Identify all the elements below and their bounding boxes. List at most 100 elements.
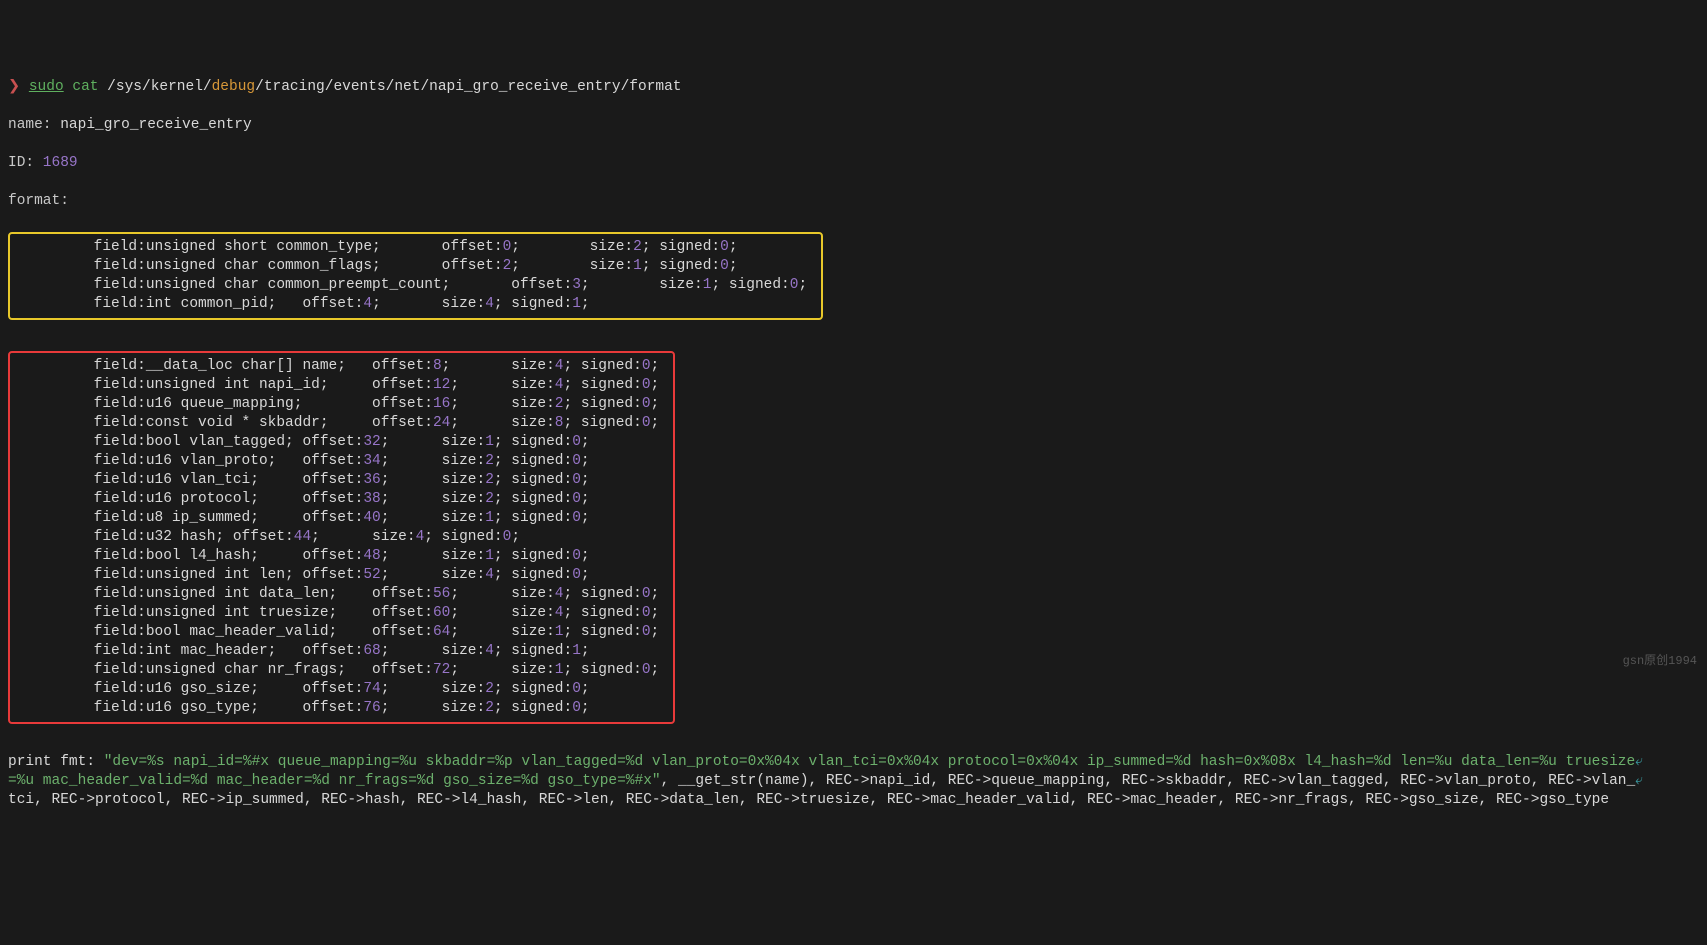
field-sep: ; signed:	[494, 510, 572, 526]
event-fields-box: field:__data_loc char[] name; offset:8; …	[8, 351, 675, 724]
field-row: field:u8 ip_summed; offset:40; size:1; s…	[24, 509, 659, 528]
field-decl: field:u16 vlan_proto; offset:	[24, 453, 363, 469]
field-sep: ; signed:	[564, 377, 642, 393]
field-size: 2	[555, 396, 564, 412]
field-decl: field:u16 gso_size; offset:	[24, 681, 363, 697]
field-sep: ; size:	[381, 643, 485, 659]
field-end: ;	[651, 358, 660, 374]
field-sep: ; signed:	[564, 662, 642, 678]
field-sep: ; size:	[381, 472, 485, 488]
field-signed: 0	[642, 358, 651, 374]
field-sep: ; signed:	[494, 681, 572, 697]
field-sep: ; size:	[511, 258, 633, 274]
field-sep: ; size:	[381, 700, 485, 716]
field-size: 1	[555, 662, 564, 678]
field-sep: ; size:	[450, 396, 554, 412]
field-sep: ; size:	[450, 624, 554, 640]
field-decl: field:unsigned char common_flags; offset…	[24, 258, 503, 274]
field-signed: 0	[572, 510, 581, 526]
field-offset: 16	[433, 396, 450, 412]
field-sep: ; signed:	[642, 258, 720, 274]
terminal-output[interactable]: ❯ sudo cat /sys/kernel/debug/tracing/eve…	[8, 59, 1699, 829]
field-end: ;	[798, 277, 807, 293]
field-sep: ; size:	[450, 605, 554, 621]
field-sep: ; size:	[581, 277, 703, 293]
prompt-line: ❯ sudo cat /sys/kernel/debug/tracing/eve…	[8, 78, 1699, 97]
field-signed: 0	[642, 586, 651, 602]
cmd-cat: cat	[72, 79, 98, 95]
field-offset: 40	[363, 510, 380, 526]
field-offset: 2	[503, 258, 512, 274]
field-end: ;	[581, 567, 590, 583]
field-signed: 0	[572, 434, 581, 450]
field-end: ;	[651, 586, 660, 602]
field-signed: 0	[642, 605, 651, 621]
field-row: field:u16 queue_mapping; offset:16; size…	[24, 395, 659, 414]
field-size: 1	[485, 548, 494, 564]
field-sep: ; size:	[381, 567, 485, 583]
field-end: ;	[729, 258, 738, 274]
field-size: 1	[633, 258, 642, 274]
name-value: napi_gro_receive_entry	[52, 117, 252, 133]
field-signed: 0	[720, 258, 729, 274]
field-offset: 32	[363, 434, 380, 450]
field-row: field:u32 hash; offset:44; size:4; signe…	[24, 528, 659, 547]
field-sep: ; size:	[381, 548, 485, 564]
print-fmt-args2: tci, REC->protocol, REC->ip_summed, REC-…	[8, 792, 1609, 808]
field-decl: field:unsigned char common_preempt_count…	[24, 277, 572, 293]
field-row: field:bool l4_hash; offset:48; size:1; s…	[24, 547, 659, 566]
field-decl: field:u8 ip_summed; offset:	[24, 510, 363, 526]
field-offset: 68	[363, 643, 380, 659]
field-sep: ; signed:	[564, 624, 642, 640]
field-offset: 48	[363, 548, 380, 564]
field-decl: field:unsigned char nr_frags; offset:	[24, 662, 433, 678]
field-decl: field:int common_pid; offset:	[24, 296, 363, 312]
field-decl: field:u16 protocol; offset:	[24, 491, 363, 507]
field-sep: ; signed:	[494, 453, 572, 469]
field-decl: field:bool vlan_tagged; offset:	[24, 434, 363, 450]
field-row: field:const void * skbaddr; offset:24; s…	[24, 414, 659, 433]
field-decl: field:int mac_header; offset:	[24, 643, 363, 659]
field-end: ;	[729, 239, 738, 255]
field-decl: field:u16 vlan_tci; offset:	[24, 472, 363, 488]
field-decl: field:unsigned short common_type; offset…	[24, 239, 503, 255]
field-offset: 52	[363, 567, 380, 583]
field-size: 4	[555, 586, 564, 602]
field-offset: 64	[433, 624, 450, 640]
field-size: 2	[485, 472, 494, 488]
name-label: name:	[8, 117, 52, 133]
field-end: ;	[651, 396, 660, 412]
field-sep: ; signed:	[494, 567, 572, 583]
field-row: field:unsigned int data_len; offset:56; …	[24, 585, 659, 604]
print-fmt-line: print fmt: "dev=%s napi_id=%#x queue_map…	[8, 753, 1699, 810]
field-sep: ; size:	[450, 662, 554, 678]
field-sep: ; signed:	[494, 700, 572, 716]
field-sep: ; size:	[311, 529, 415, 545]
field-offset: 74	[363, 681, 380, 697]
field-sep: ; signed:	[564, 605, 642, 621]
field-signed: 0	[572, 453, 581, 469]
print-fmt-label: print fmt:	[8, 754, 104, 770]
field-sep: ; signed:	[494, 296, 572, 312]
field-offset: 76	[363, 700, 380, 716]
field-end: ;	[581, 548, 590, 564]
field-sep: ; size:	[381, 453, 485, 469]
field-sep: ; signed:	[494, 434, 572, 450]
field-sep: ; signed:	[711, 277, 789, 293]
field-row: field:unsigned short common_type; offset…	[24, 238, 807, 257]
field-end: ;	[651, 377, 660, 393]
field-sep: ; size:	[442, 358, 555, 374]
field-signed: 0	[572, 472, 581, 488]
id-label: ID:	[8, 155, 34, 171]
field-signed: 0	[572, 700, 581, 716]
field-decl: field:u16 gso_type; offset:	[24, 700, 363, 716]
field-size: 1	[555, 624, 564, 640]
field-sep: ; size:	[372, 296, 485, 312]
field-sep: ; size:	[511, 239, 633, 255]
field-end: ;	[581, 681, 590, 697]
field-row: field:bool vlan_tagged; offset:32; size:…	[24, 433, 659, 452]
field-offset: 38	[363, 491, 380, 507]
cmd-sudo: sudo	[29, 79, 64, 95]
field-row: field:u16 vlan_proto; offset:34; size:2;…	[24, 452, 659, 471]
name-line: name: napi_gro_receive_entry	[8, 116, 1699, 135]
